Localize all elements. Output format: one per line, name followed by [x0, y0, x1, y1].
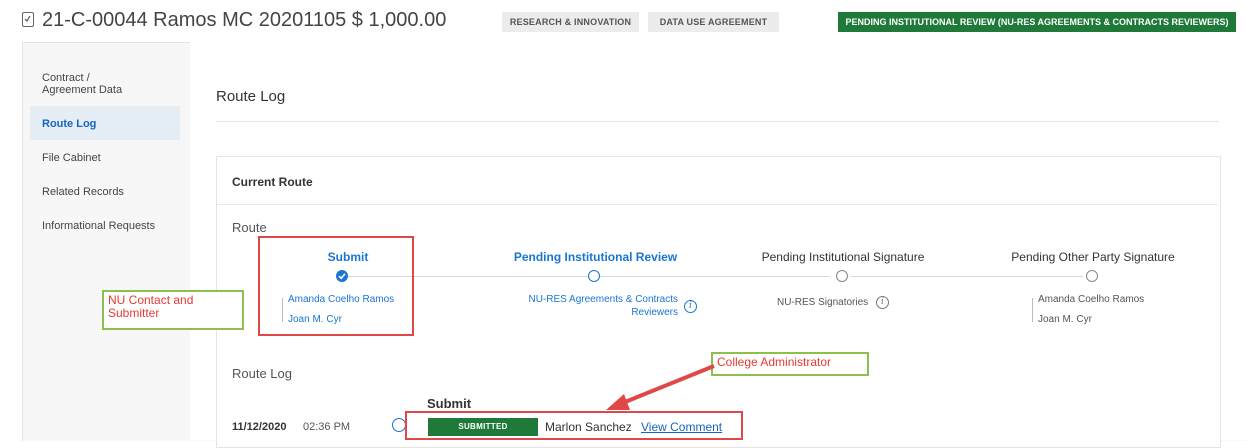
sidebar-item-related-records[interactable]: Related Records [42, 186, 124, 198]
annotation-highlight-submit [258, 236, 414, 336]
info-icon[interactable]: i [684, 300, 697, 313]
info-icon[interactable]: i [876, 296, 889, 309]
log-timeline-node [392, 418, 406, 432]
annotation-arrow-icon [606, 364, 715, 410]
route-label: Route [232, 220, 267, 235]
stage-other-party-person-2[interactable]: Joan M. Cyr [1038, 314, 1092, 325]
log-date: 11/12/2020 [232, 421, 287, 433]
stage-institutional-signature-title[interactable]: Pending Institutional Signature [750, 250, 936, 264]
stage-other-party-person-1[interactable]: Amanda Coelho Ramos [1038, 294, 1144, 305]
record-icon [22, 12, 34, 27]
stage-institutional-review-group[interactable]: NU-RES Agreements & Contracts [506, 294, 679, 305]
card-title: Current Route [232, 175, 313, 189]
route-track-line-end [851, 276, 1083, 277]
annotation-note-admin: College Administrator [711, 352, 869, 376]
stage-other-party-signature-title[interactable]: Pending Other Party Signature [1001, 250, 1185, 264]
stage-institutional-signature-group[interactable]: NU-RES Signatories [777, 297, 868, 308]
annotation-note-submitter: NU Contact and Submitter [102, 290, 244, 330]
sidebar-item-route-log-label[interactable]: Route Log [42, 118, 96, 130]
status-badge: PENDING INSTITUTIONAL REVIEW (NU-RES AGR… [838, 12, 1236, 32]
title-divider [216, 121, 1219, 122]
route-log-label: Route Log [232, 366, 292, 381]
page-title: Route Log [216, 88, 286, 105]
sidebar-item-contract-data[interactable]: Contract / Agreement Data [42, 72, 132, 96]
stage-institutional-review-marker [588, 270, 600, 282]
log-action-title: Submit [427, 396, 472, 411]
sidebar-item-informational-requests[interactable]: Informational Requests [42, 220, 155, 232]
log-time: 02:36 PM [303, 421, 351, 433]
sidebar-item-file-cabinet[interactable]: File Cabinet [42, 152, 101, 164]
record-title: 21-C-00044 Ramos MC 20201105 $ 1,000.00 [42, 9, 447, 31]
stage-institutional-review-title[interactable]: Pending Institutional Review [508, 250, 683, 264]
card-divider [217, 204, 1218, 205]
tag-data-use-agreement: DATA USE AGREEMENT [648, 12, 779, 32]
tag-research-innovation: RESEARCH & INNOVATION [502, 12, 639, 32]
stage-other-party-signature-marker [1086, 270, 1098, 282]
stage-other-party-branch [1032, 298, 1037, 322]
stage-institutional-review-group-cont[interactable]: Reviewers [506, 307, 678, 318]
stage-institutional-signature-marker [836, 270, 848, 282]
